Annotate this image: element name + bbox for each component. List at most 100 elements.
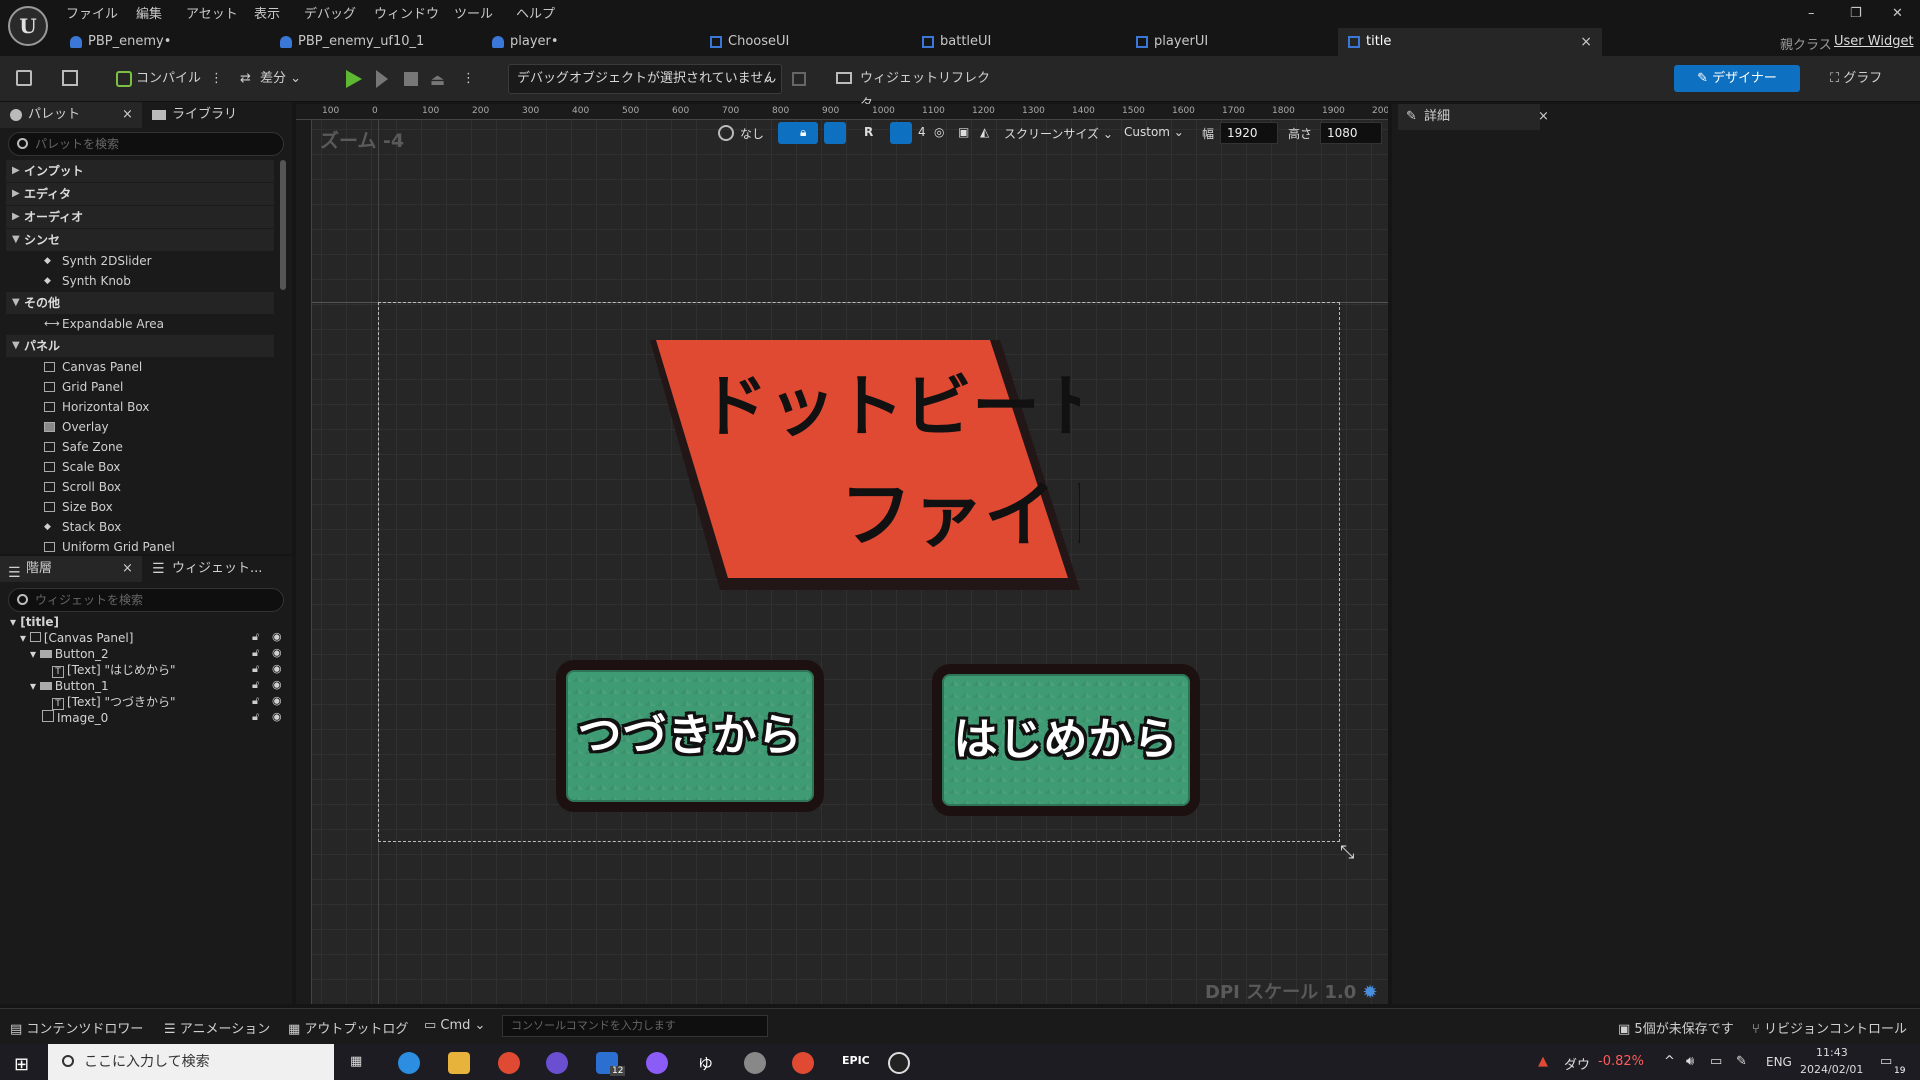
palette-item-uniform-grid-panel[interactable]: Uniform Grid Panel (44, 537, 175, 554)
tree-item-title[interactable]: ▾ [title] (10, 614, 59, 630)
close-icon[interactable]: × (122, 102, 133, 128)
unsaved-button[interactable]: ▣ 5個が未保存です (1618, 1018, 1734, 1037)
diff-button[interactable]: ⇄ 差分 ⌄ (238, 66, 308, 92)
animation-button[interactable]: ☰ アニメーション (164, 1018, 270, 1037)
palette-item-synth-2dslider[interactable]: ◆ Synth 2DSlider (44, 251, 152, 271)
tab-palette[interactable]: パレット × (0, 102, 142, 128)
palette-scrollbar[interactable] (280, 160, 286, 290)
start-button[interactable]: はじめから (932, 664, 1200, 816)
minimize-button[interactable]: – (1808, 6, 1815, 21)
close-icon[interactable]: × (122, 556, 133, 582)
chevron-up-icon[interactable]: ^ (1664, 1054, 1675, 1069)
lock-icon[interactable]: 🔓︎ (252, 646, 259, 660)
tab-details[interactable]: ✎ 詳細 × (1398, 104, 1549, 130)
tab-widget-bindings[interactable]: ☰ ウィジェット... (148, 556, 288, 582)
unreal-icon[interactable] (888, 1052, 910, 1074)
globe-icon[interactable] (718, 125, 734, 141)
play-icon[interactable] (346, 70, 362, 88)
lock-toggle[interactable]: 🔒︎ (778, 122, 818, 144)
menu-view[interactable]: 表示 (254, 3, 280, 22)
eye-icon[interactable]: ◉ (272, 662, 282, 675)
tab-player[interactable]: player• (482, 28, 694, 56)
step-icon[interactable] (376, 70, 388, 88)
gear-icon[interactable]: ✹ (1363, 982, 1378, 1003)
palette-item-safe-zone[interactable]: Safe Zone (44, 437, 123, 457)
taskbar-search-input[interactable]: ここに入力して検索 (48, 1044, 334, 1080)
category-input[interactable]: ▶ インプット (6, 160, 274, 182)
tab-title[interactable]: title × (1338, 28, 1602, 56)
tab-hierarchy[interactable]: ☰ 階層 × (0, 556, 142, 582)
height-input[interactable]: 1080 (1320, 122, 1382, 144)
tree-item-text-start[interactable]: T [Text] "はじめから" (52, 662, 176, 678)
image-icon[interactable]: ▣ (958, 125, 969, 139)
lock-icon[interactable]: 🔓︎ (252, 630, 259, 644)
stop-icon[interactable] (404, 72, 418, 86)
tab-library[interactable]: ライブラリ (148, 102, 288, 128)
title-image[interactable]: ドットビート ファイト (640, 330, 1080, 590)
tab-pbp-enemy[interactable]: PBP_enemy• (60, 28, 270, 56)
category-misc[interactable]: ▼ その他 (6, 292, 274, 314)
debug-object-select[interactable]: デバッグオブジェクトが選択されていません ⌄ (508, 64, 782, 94)
menu-debug[interactable]: デバッグ (304, 3, 356, 22)
pointer-icon[interactable]: ◎ (934, 125, 944, 139)
palette-item-scroll-box[interactable]: Scroll Box (44, 477, 121, 497)
tab-chooseui[interactable]: ChooseUI (700, 28, 912, 56)
width-input[interactable]: 1920 (1220, 122, 1278, 144)
flip-icon[interactable]: ◭ (980, 125, 989, 139)
clock-date[interactable]: 2024/02/01 (1800, 1063, 1863, 1076)
revision-control-button[interactable]: ⑂ リビジョンコントロール (1752, 1018, 1907, 1037)
menu-window[interactable]: ウィンドウ (374, 3, 439, 22)
lock-icon[interactable]: 🔓︎ (252, 662, 259, 676)
palette-item-expandable-area[interactable]: ⟷ Expandable Area (44, 314, 164, 334)
content-drawer-button[interactable]: ▤ コンテンツドロワー (10, 1018, 143, 1037)
volume-icon[interactable]: 🔊︎ (1686, 1054, 1694, 1069)
edge-icon[interactable] (398, 1052, 420, 1074)
palette-search-input[interactable]: パレットを検索 (8, 132, 284, 156)
eye-icon[interactable]: ◉ (272, 678, 282, 691)
r-toggle[interactable]: R (864, 125, 873, 139)
language-indicator[interactable]: ENG (1766, 1055, 1792, 1069)
app-icon[interactable] (744, 1052, 766, 1074)
parent-class-link[interactable]: User Widget (1834, 34, 1914, 49)
respect-locks-toggle[interactable] (824, 122, 846, 144)
tree-item-image-0[interactable]: Image_0 (42, 710, 108, 726)
palette-item-stack-box[interactable]: ◆ Stack Box (44, 517, 121, 537)
media-icon[interactable] (546, 1052, 568, 1074)
eye-icon[interactable]: ◉ (272, 710, 282, 723)
chrome-icon[interactable] (498, 1052, 520, 1074)
preset-select[interactable]: Custom ⌄ (1124, 125, 1184, 139)
app-icon[interactable]: ゆ (698, 1053, 713, 1074)
pen-icon[interactable]: ✎ (1736, 1054, 1747, 1069)
discord-icon[interactable] (646, 1052, 668, 1074)
palette-item-scale-box[interactable]: Scale Box (44, 457, 120, 477)
category-editor[interactable]: ▶ エディタ (6, 183, 274, 205)
tree-item-button-2[interactable]: ▾ Button_2 (30, 646, 109, 662)
menu-asset[interactable]: アセット (186, 3, 238, 22)
screen-size-select[interactable]: スクリーンサイズ ⌄ (1004, 125, 1113, 142)
more-icon[interactable]: ⋮ (210, 66, 223, 92)
tree-item-canvas-panel[interactable]: ▾ [Canvas Panel] (20, 630, 133, 646)
browse-debug-icon[interactable] (792, 72, 806, 86)
widget-reflector-button[interactable]: ウィジェットリフレクタ (836, 66, 996, 112)
grid-snap-toggle[interactable] (890, 122, 912, 144)
menu-help[interactable]: ヘルプ (516, 3, 555, 22)
eject-icon[interactable]: ⏏ (430, 70, 445, 89)
menu-file[interactable]: ファイル (66, 3, 118, 22)
category-audio[interactable]: ▶ オーディオ (6, 206, 274, 228)
tab-playerui[interactable]: playerUI (1126, 28, 1338, 56)
task-view-icon[interactable]: ▦ (350, 1054, 362, 1069)
grid-size[interactable]: 4 (918, 125, 926, 139)
category-panel[interactable]: ▼ パネル (6, 335, 274, 357)
palette-item-overlay[interactable]: Overlay (44, 417, 109, 437)
network-icon[interactable]: ▭ (1710, 1054, 1722, 1069)
console-input[interactable]: コンソールコマンドを入力します (502, 1015, 768, 1037)
clock-time[interactable]: 11:43 (1816, 1046, 1848, 1059)
designer-mode-button[interactable]: ✎ デザイナー (1674, 65, 1800, 92)
restore-button[interactable]: ❐ (1850, 6, 1862, 21)
close-icon[interactable]: × (1580, 28, 1592, 56)
eye-icon[interactable]: ◉ (272, 646, 282, 659)
more-icon[interactable]: ⋮ (462, 66, 475, 92)
stock-name[interactable]: ダウ (1564, 1054, 1590, 1073)
palette-item-canvas-panel[interactable]: Canvas Panel (44, 357, 142, 377)
unreal-logo[interactable]: U (8, 6, 48, 46)
